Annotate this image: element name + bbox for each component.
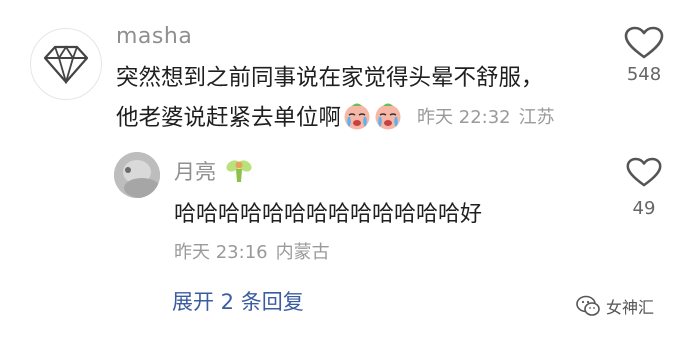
crying-face-icon — [375, 103, 401, 130]
reply-location: 内蒙古 — [275, 242, 330, 263]
heart-icon[interactable] — [626, 157, 662, 188]
comment-username[interactable]: masha — [116, 24, 192, 49]
like-count: 49 — [632, 198, 656, 219]
heart-icon[interactable] — [624, 26, 664, 60]
comment-meta: 昨天 22:32 江苏 — [417, 103, 563, 129]
like-count: 548 — [626, 64, 662, 85]
reply-user-row: 月亮 — [174, 156, 254, 186]
watermark-text: 女神汇 — [606, 298, 655, 317]
comment-time: 昨天 22:32 — [417, 107, 511, 128]
reply-meta: 昨天 23:16 内蒙古 — [174, 238, 338, 264]
diamond-icon — [43, 45, 89, 84]
wechat-icon — [576, 295, 600, 316]
comment-text-line2-row: 他老婆说赶紧去单位啊 昨天 22:32 江苏 — [116, 100, 563, 132]
reply-avatar-image — [114, 152, 160, 198]
reply-time: 昨天 23:16 — [174, 242, 268, 263]
avatar[interactable] — [30, 28, 102, 100]
comment-location: 江苏 — [518, 107, 555, 128]
comment-text-line1: 突然想到之前同事说在家觉得头晕不舒服， — [116, 65, 544, 91]
crying-face-icon — [344, 103, 370, 130]
comment-text-line2: 他老婆说赶紧去单位啊 — [116, 105, 342, 131]
watermark: 女神汇 — [576, 294, 654, 318]
reply-username[interactable]: 月亮 — [174, 156, 216, 186]
expand-replies-link[interactable]: 展开 2 条回复 — [172, 286, 304, 316]
fairy-icon — [226, 160, 252, 182]
reply-text: 哈哈哈哈哈哈哈哈哈哈哈哈哈好 — [174, 202, 483, 227]
avatar[interactable] — [114, 152, 160, 198]
